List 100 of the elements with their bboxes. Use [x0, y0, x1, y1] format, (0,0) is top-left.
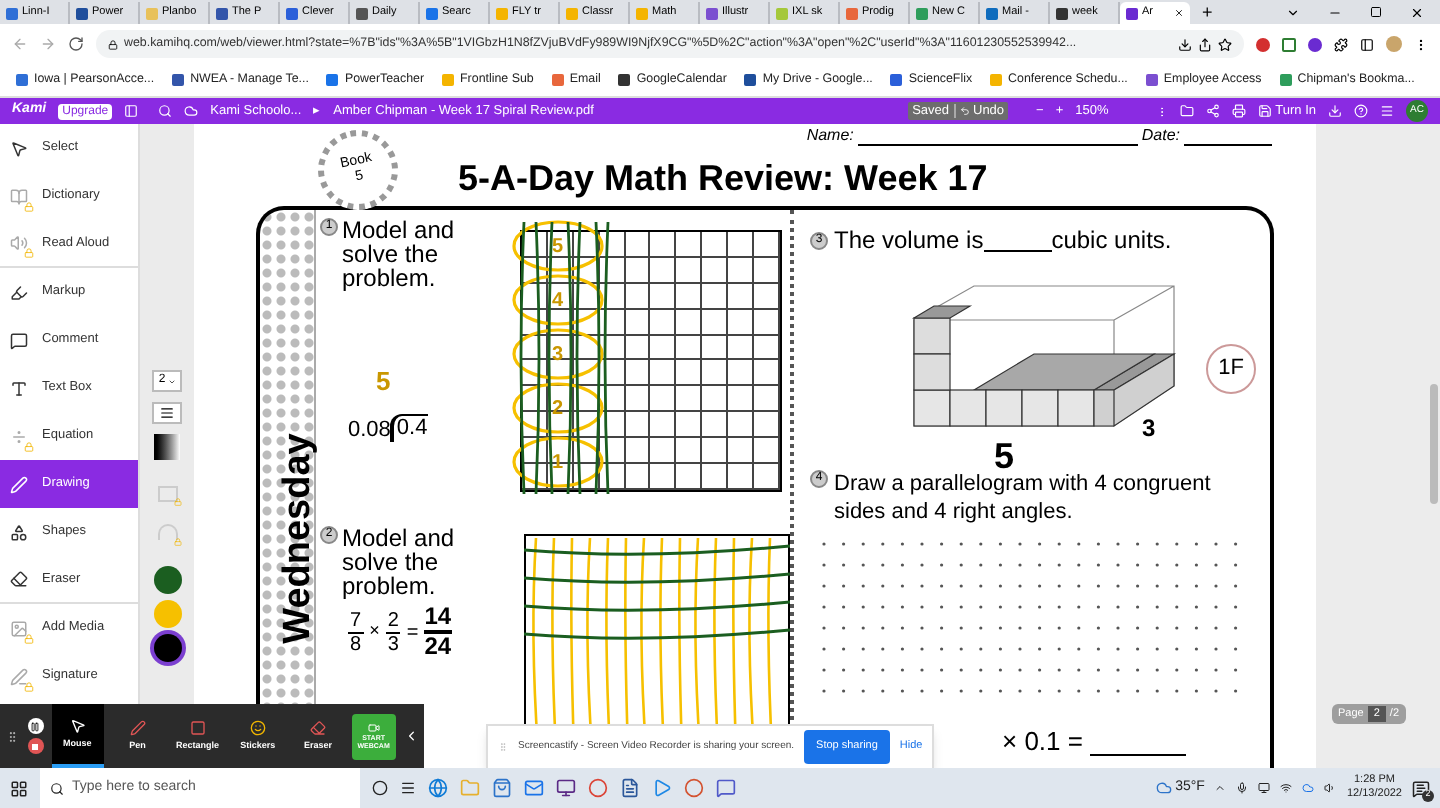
search-icon [50, 781, 64, 795]
handwritten-number: 5 [376, 364, 391, 400]
panel-icon[interactable] [124, 104, 139, 118]
favicon-icon [1145, 73, 1158, 86]
stop-button[interactable] [27, 738, 44, 754]
square-icon [189, 719, 206, 736]
favicon-icon [286, 7, 298, 19]
line-style-button[interactable] [152, 402, 182, 424]
reload-icon[interactable] [68, 36, 84, 52]
color-swatch[interactable] [153, 600, 181, 628]
problem-text: The volume is cubic units. [834, 224, 1172, 258]
globe-icon[interactable] [428, 778, 448, 798]
favicon-icon [776, 7, 788, 19]
favicon-icon [846, 7, 858, 19]
divisor-text: 0.08 [348, 416, 391, 446]
new-tab-button[interactable]: + [1198, 2, 1217, 24]
lock-icon [24, 248, 34, 258]
maximize-icon[interactable] [1370, 6, 1382, 18]
collapse-icon[interactable] [403, 728, 418, 744]
print-icon[interactable] [1231, 104, 1246, 118]
worksheet-title: 5-A-Day Math Review: Week 17 [458, 156, 988, 202]
highlighter-icon [10, 283, 28, 301]
lock-icon [24, 441, 34, 451]
signature-icon [10, 667, 28, 685]
cloud-icon [1155, 780, 1172, 796]
favicon-icon [744, 73, 757, 86]
color-swatch[interactable] [153, 566, 181, 594]
mail-icon[interactable] [524, 778, 544, 798]
eraser-icon [310, 719, 327, 736]
help-icon[interactable] [1354, 104, 1368, 118]
task-view-icon[interactable] [400, 780, 416, 796]
image-icon [10, 619, 28, 637]
favicon-icon [6, 7, 18, 19]
monitor-icon[interactable] [556, 778, 576, 798]
highlighter-lock-icon [157, 486, 177, 502]
undo-icon[interactable] [959, 106, 969, 116]
favicon-icon [890, 73, 903, 86]
lines-icon [160, 406, 174, 420]
download-icon[interactable] [1328, 104, 1342, 118]
times-sign: × [369, 618, 380, 645]
handwritten-number: 4 [552, 288, 564, 316]
microphone-icon[interactable] [1236, 782, 1249, 794]
favicon-icon [426, 7, 438, 19]
cortana-icon[interactable] [372, 780, 388, 796]
lock-icon [24, 633, 34, 643]
bag-icon[interactable] [492, 778, 512, 798]
circle-icon[interactable] [684, 778, 704, 798]
handwritten-number: 3 [1142, 412, 1156, 446]
problem-text: Draw a parallelogram with 4 congruent sides and 4 right angles. [834, 470, 1213, 526]
share-icon[interactable] [1198, 37, 1212, 51]
scrollbar-thumb[interactable] [1430, 384, 1438, 504]
favicon-icon [16, 73, 28, 86]
extensions-icon[interactable] [1334, 37, 1348, 51]
handwritten-number: 14 [424, 604, 452, 634]
tray-expand-icon[interactable] [1214, 782, 1227, 794]
favicon-icon [326, 73, 339, 86]
favicon-icon [1056, 7, 1068, 19]
close-icon[interactable] [1410, 5, 1424, 19]
problem-text: Model and solve the problem. [342, 526, 457, 598]
problem-text: Model and solve the problem. [342, 218, 457, 290]
numerator: 7 [348, 609, 364, 633]
opacity-gradient[interactable] [154, 434, 180, 460]
play-icon[interactable] [652, 778, 672, 798]
favicon-icon [566, 7, 578, 19]
lock-icon [24, 201, 34, 211]
comment-icon [10, 331, 28, 349]
cloud-icon [184, 104, 199, 118]
circle-icon[interactable] [588, 778, 608, 798]
dividend-text: 0.4 [390, 414, 428, 442]
tab-list-icon[interactable] [1286, 5, 1300, 19]
equals-sign: = [406, 619, 419, 647]
pause-button[interactable] [27, 718, 44, 734]
favicon-icon [618, 73, 631, 86]
cloud-icon[interactable] [1302, 782, 1315, 794]
windows-start-icon[interactable] [10, 779, 28, 797]
install-icon[interactable] [1178, 37, 1192, 51]
display-icon[interactable] [1258, 782, 1271, 794]
favicon-icon [551, 73, 564, 86]
volume-icon[interactable] [1324, 782, 1337, 794]
pen-icon [129, 719, 146, 736]
side-panel-icon[interactable] [1360, 37, 1374, 51]
search-icon[interactable] [158, 104, 173, 118]
speaker-icon [10, 234, 28, 252]
circled-annotation: 1F [1206, 344, 1256, 394]
text-icon [10, 379, 28, 397]
favicon-icon [636, 7, 648, 19]
name-label: Name: [806, 124, 854, 148]
equation-text: × 0.1 = [1002, 724, 1083, 760]
bookmark-star-icon[interactable] [1218, 37, 1232, 51]
favicon-icon [916, 7, 928, 19]
numerator: 2 [385, 609, 401, 633]
network-icon[interactable] [1280, 782, 1293, 794]
divide-icon [10, 427, 28, 445]
menu-icon[interactable] [1414, 37, 1428, 51]
chat-icon[interactable] [716, 778, 736, 798]
handwritten-number: 24 [424, 634, 452, 660]
color-swatch[interactable] [153, 634, 181, 662]
document-icon[interactable] [620, 778, 640, 798]
book-icon [10, 187, 28, 205]
favicon-icon [172, 73, 185, 86]
